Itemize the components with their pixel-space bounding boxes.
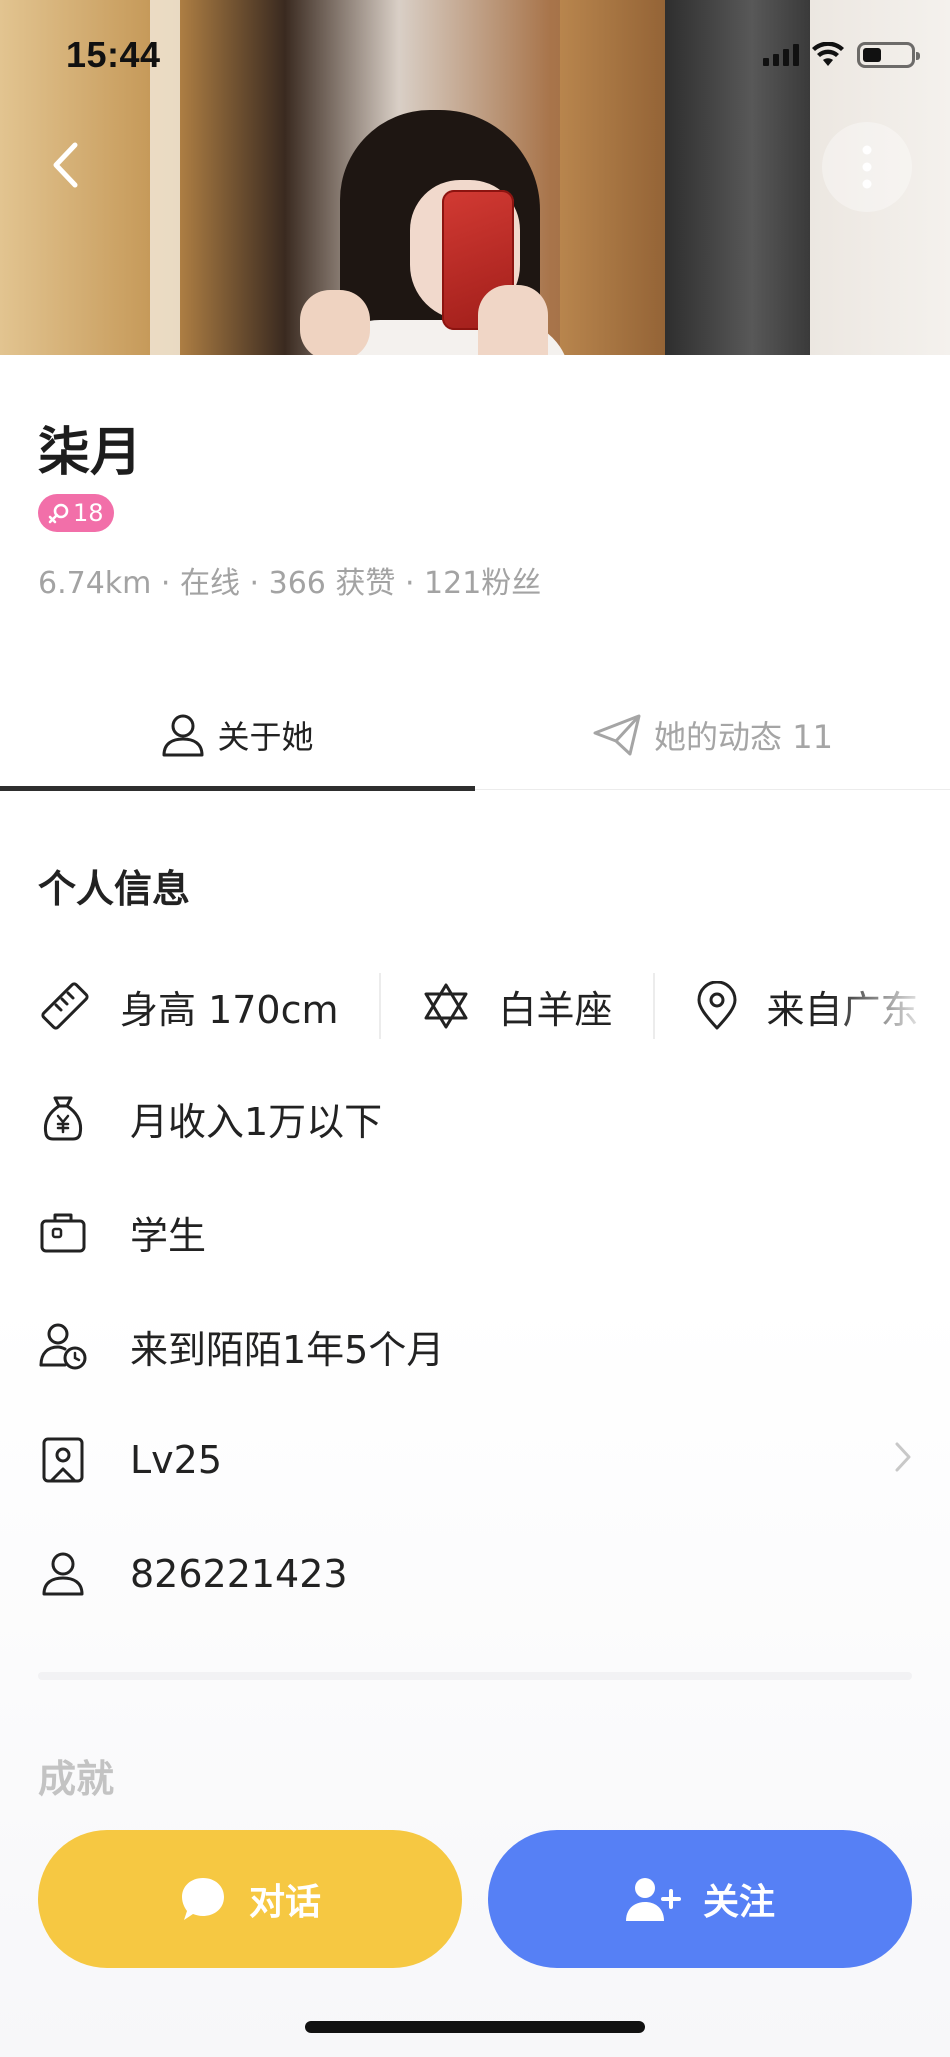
- user-icon: [38, 1549, 88, 1599]
- chevron-left-icon: [53, 142, 78, 188]
- star-of-david-icon: [424, 983, 468, 1029]
- status-bar-icons: [763, 40, 920, 70]
- zodiac-chip: 白羊座: [421, 979, 613, 1034]
- follow-button[interactable]: 关注: [488, 1830, 912, 1968]
- personal-info-chips[interactable]: 身高 170cm 白羊座 来自广东: [38, 968, 950, 1044]
- profile-tabs: 关于她 她的动态 11: [0, 680, 950, 791]
- more-options-button[interactable]: [822, 122, 912, 212]
- membership-duration-label: 来到陌陌1年5个月: [130, 1327, 445, 1372]
- briefcase-icon: [38, 1207, 88, 1257]
- income-row: 月收入1万以下: [38, 1080, 912, 1156]
- person-icon: [162, 714, 204, 757]
- status-bar-time: 15:44: [66, 34, 161, 75]
- chip-label: 身高 170cm: [120, 987, 339, 1032]
- occupation-label: 学生: [130, 1213, 207, 1258]
- location-pin-icon: [697, 981, 737, 1030]
- money-bag-icon: [38, 1093, 88, 1143]
- membership-duration-row: 来到陌陌1年5个月: [38, 1308, 912, 1384]
- age-value: 18: [73, 499, 104, 527]
- ruler-icon: [41, 982, 89, 1030]
- chips-fade-overlay: [830, 968, 950, 1044]
- gender-age-badge: 18: [38, 494, 114, 532]
- battery-icon: [857, 42, 920, 68]
- profile-name: 柒月: [38, 423, 143, 483]
- cellular-signal-icon: [763, 44, 799, 66]
- chat-button[interactable]: 对话: [38, 1830, 462, 1968]
- tab-label: 关于她: [217, 718, 314, 756]
- chevron-right-icon: [894, 1438, 912, 1482]
- tab-about-her[interactable]: 关于她: [0, 680, 475, 791]
- height-chip: 身高 170cm: [38, 979, 339, 1034]
- wifi-icon: [812, 42, 844, 66]
- back-button[interactable]: [40, 140, 90, 190]
- vertical-dots-icon: [862, 145, 872, 189]
- income-label: 月收入1万以下: [130, 1099, 383, 1144]
- personal-info-title: 个人信息: [38, 867, 191, 911]
- follow-button-label: 关注: [702, 1882, 775, 1923]
- section-divider: [38, 1672, 912, 1680]
- occupation-row: 学生: [38, 1194, 912, 1270]
- home-indicator[interactable]: [305, 2021, 645, 2033]
- chat-bubble-icon: [181, 1878, 224, 1920]
- level-row[interactable]: Lv25: [38, 1422, 912, 1498]
- achievements-title: 成就: [38, 1757, 115, 1801]
- chip-divider: [652, 973, 655, 1039]
- user-id-row: 826221423: [38, 1536, 912, 1612]
- user-clock-icon: [38, 1321, 88, 1371]
- female-symbol-icon: [48, 503, 69, 524]
- level-label: Lv25: [130, 1438, 223, 1482]
- user-id-label: 826221423: [130, 1552, 348, 1596]
- chip-label: 白羊座: [498, 987, 613, 1032]
- profile-page: 15:44 柒月 18 6.74km · 在线 · 366 获赞 · 121粉丝…: [0, 0, 950, 2057]
- paper-plane-icon: [593, 714, 641, 756]
- chip-divider: [378, 973, 381, 1039]
- chat-button-label: 对话: [248, 1882, 321, 1923]
- tab-her-posts[interactable]: 她的动态 11: [475, 680, 950, 790]
- profile-meta: 6.74km · 在线 · 366 获赞 · 121粉丝: [38, 566, 542, 601]
- level-badge-icon: [38, 1435, 88, 1485]
- add-user-icon: [625, 1878, 681, 1921]
- tab-label: 她的动态 11: [654, 718, 833, 756]
